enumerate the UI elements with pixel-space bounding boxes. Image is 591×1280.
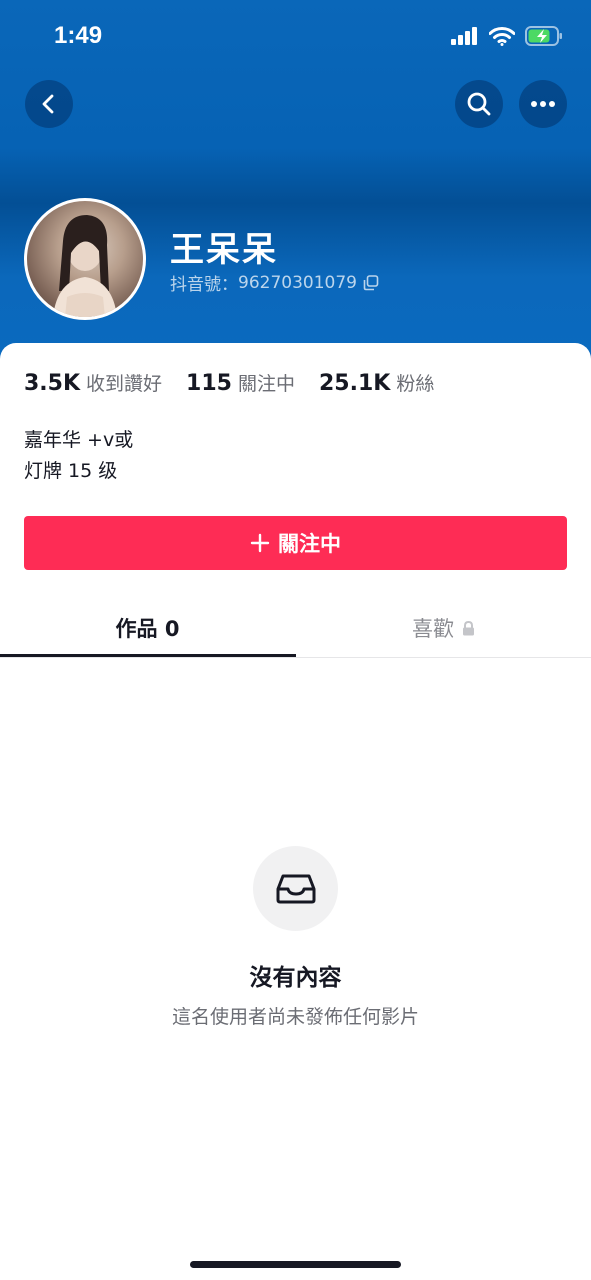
- douyin-id: 抖音號： 96270301079: [170, 270, 379, 295]
- empty-state-icon-circle: [253, 846, 338, 931]
- cellular-signal-icon: [451, 27, 477, 45]
- search-icon: [467, 92, 491, 116]
- tab-likes-label: 喜歡: [412, 617, 454, 641]
- more-options-button[interactable]: [519, 80, 567, 128]
- search-button[interactable]: [455, 80, 503, 128]
- douyin-id-value: 96270301079: [238, 272, 357, 293]
- profile-username: 王呆呆: [170, 230, 278, 270]
- status-icons: [451, 26, 563, 46]
- stat-label: 關注中: [237, 373, 295, 395]
- following-stat[interactable]: 115 關注中: [186, 369, 295, 396]
- likes-received-stat[interactable]: 3.5K 收到讚好: [24, 369, 162, 396]
- avatar[interactable]: [24, 198, 146, 320]
- status-time: 1:49: [54, 22, 103, 49]
- stat-value: 115: [186, 371, 232, 396]
- bio-line: 嘉年华 +v或: [24, 429, 134, 451]
- douyin-id-label: 抖音號：: [170, 275, 238, 295]
- chevron-left-icon: [42, 94, 54, 114]
- profile-tabs: 作品 0 喜歡: [0, 600, 591, 658]
- inbox-icon: [276, 874, 315, 903]
- bio-line: 灯牌 15 级: [24, 460, 118, 482]
- avatar-photo: [53, 215, 117, 317]
- stat-value: 3.5K: [24, 371, 81, 396]
- empty-state-description: 這名使用者尚未發佈任何影片: [171, 1006, 419, 1028]
- profile-stats: 3.5K 收到讚好 115 關注中 25.1K 粉絲: [24, 369, 434, 396]
- battery-charging-icon: [525, 26, 562, 46]
- plus-icon: [250, 533, 270, 553]
- status-bar: 1:49: [0, 0, 591, 76]
- tab-likes[interactable]: 喜歡: [296, 600, 591, 656]
- following-button[interactable]: 關注中: [24, 516, 567, 570]
- stat-value: 25.1K: [319, 371, 391, 396]
- tab-works-label: 作品 0: [115, 617, 180, 641]
- lock-icon: [463, 620, 474, 635]
- empty-state-title: 沒有內容: [249, 965, 342, 991]
- more-horizontal-icon: [531, 101, 555, 107]
- following-button-label: 關注中: [278, 532, 341, 556]
- stat-label: 粉絲: [396, 373, 435, 395]
- profile-bio: 嘉年华 +v或 灯牌 15 级: [24, 425, 133, 487]
- back-button[interactable]: [25, 80, 73, 128]
- wifi-icon: [489, 26, 515, 46]
- tab-works[interactable]: 作品 0: [0, 600, 296, 657]
- home-indicator: [190, 1261, 401, 1268]
- stat-label: 收到讚好: [86, 373, 163, 395]
- followers-stat[interactable]: 25.1K 粉絲: [319, 369, 434, 396]
- copy-icon[interactable]: [363, 274, 379, 291]
